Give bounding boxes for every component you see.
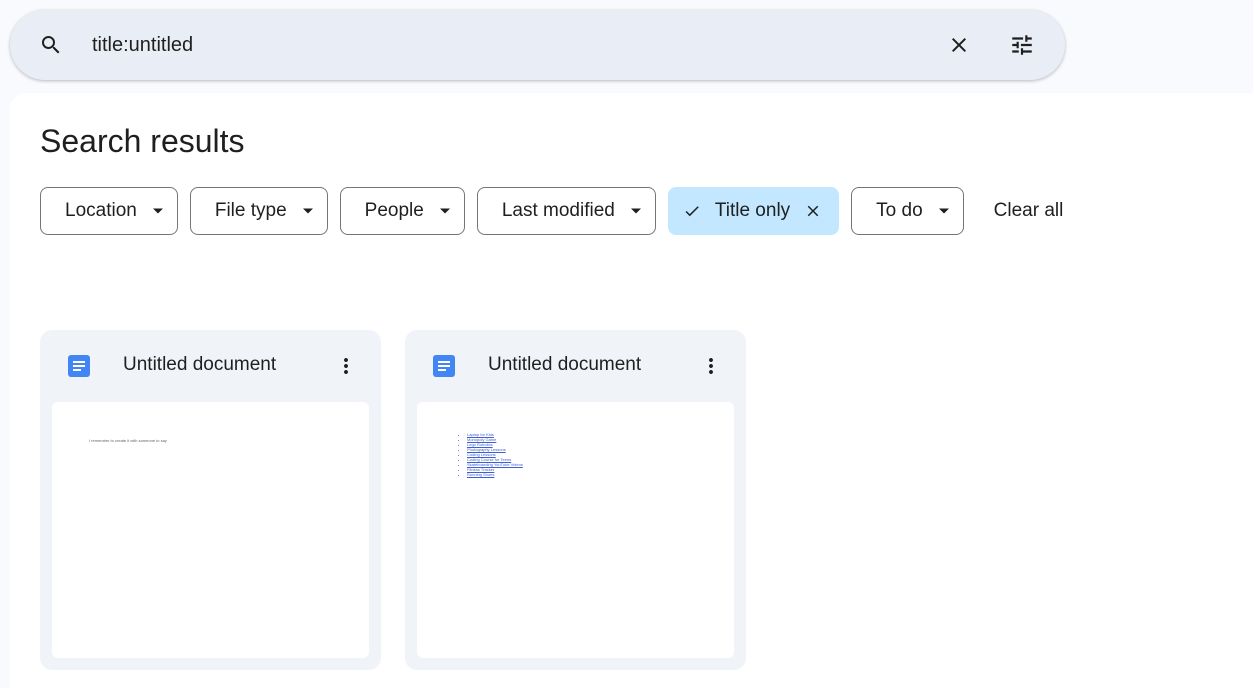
search-icon xyxy=(42,36,60,54)
file-title: Untitled document xyxy=(488,354,642,375)
google-docs-icon xyxy=(68,355,90,377)
google-docs-icon xyxy=(433,355,455,377)
chip-label: Last modified xyxy=(501,200,615,221)
check-icon xyxy=(683,202,701,220)
filter-chips: Location File type People Last modified xyxy=(40,187,1063,235)
chip-label: File type xyxy=(214,200,287,221)
search-button[interactable] xyxy=(27,21,75,69)
chip-label: Title only xyxy=(714,200,791,221)
arrow-drop-down-icon xyxy=(152,208,163,214)
close-icon xyxy=(952,38,966,52)
arrow-drop-down-icon xyxy=(630,208,641,214)
chip-label: Location xyxy=(65,200,137,221)
tune-icon xyxy=(1012,35,1032,55)
more-actions-button[interactable] xyxy=(689,344,733,388)
filter-chip-title-only[interactable]: Title only xyxy=(667,187,840,235)
filter-chip-to-do[interactable]: To do xyxy=(851,187,964,235)
search-bar xyxy=(10,10,1065,80)
chip-label: People xyxy=(364,200,424,221)
more-vert-icon xyxy=(344,358,348,374)
filter-chip-last-modified[interactable]: Last modified xyxy=(476,187,656,235)
more-vert-icon xyxy=(709,358,713,374)
filter-chip-file-type[interactable]: File type xyxy=(189,187,328,235)
chip-label: To do xyxy=(876,200,923,221)
main-panel: Search results Location File type People… xyxy=(10,93,1253,688)
file-thumbnail[interactable]: I remember to create it with someone to … xyxy=(52,402,369,658)
remove-filter-close-icon[interactable] xyxy=(804,202,822,220)
file-thumbnail[interactable]: Laptop for Kids Monopoly Game Lego Robot… xyxy=(417,402,734,658)
file-title: Untitled document xyxy=(123,354,277,375)
list-item: Running Shoes xyxy=(467,472,523,477)
more-actions-button[interactable] xyxy=(324,344,368,388)
search-input[interactable] xyxy=(92,28,912,62)
thumbnail-list: Laptop for Kids Monopoly Game Lego Robot… xyxy=(461,432,523,477)
arrow-drop-down-icon xyxy=(302,208,313,214)
arrow-drop-down-icon xyxy=(439,208,450,214)
clear-search-button[interactable] xyxy=(935,21,983,69)
search-options-button[interactable] xyxy=(998,21,1046,69)
arrow-drop-down-icon xyxy=(938,208,949,214)
file-card[interactable]: Untitled document I remember to create i… xyxy=(40,330,381,670)
thumbnail-text: I remember to create it with someone to … xyxy=(89,438,167,443)
filter-chip-location[interactable]: Location xyxy=(40,187,178,235)
clear-all-button[interactable]: Clear all xyxy=(994,200,1064,222)
file-card[interactable]: Untitled document Laptop for Kids Monopo… xyxy=(405,330,746,670)
page-title: Search results xyxy=(40,123,245,159)
filter-chip-people[interactable]: People xyxy=(339,187,465,235)
